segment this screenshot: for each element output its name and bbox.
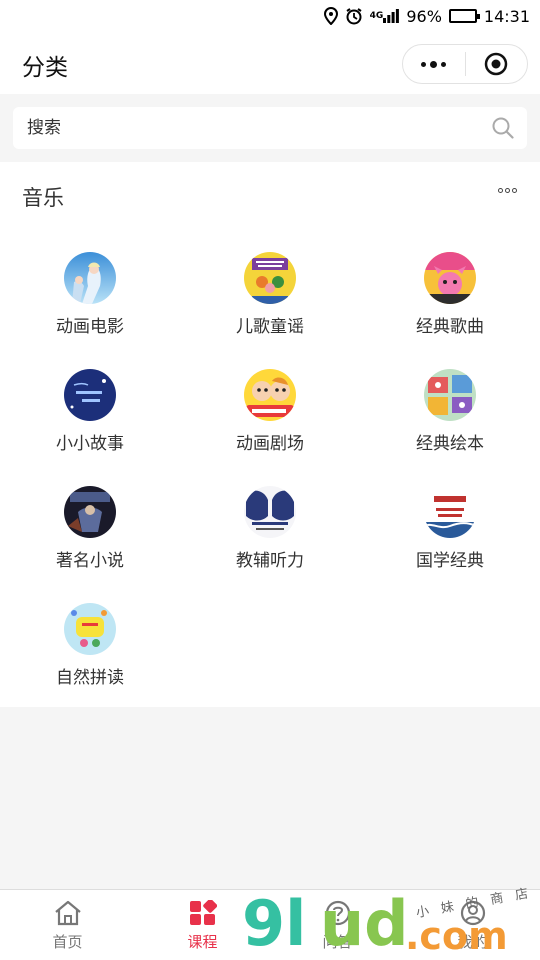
category-item[interactable]: 国学经典 (360, 486, 540, 571)
nursery-rhymes-thumbnail (244, 252, 296, 304)
category-label: 经典歌曲 (416, 317, 484, 337)
tab-label: 首页 (52, 933, 83, 951)
status-bar: 4G 96% 14:31 (0, 0, 540, 32)
search-area (0, 94, 540, 162)
course-grid-icon (189, 900, 217, 925)
category-item[interactable]: 自然拼读 (0, 603, 180, 688)
alarm-icon (345, 7, 363, 25)
category-item[interactable]: 教辅听力 (180, 486, 360, 571)
search-input[interactable] (27, 118, 491, 138)
tab-label: 课程 (187, 933, 218, 951)
category-label: 儿歌童谣 (236, 317, 304, 337)
frozen-thumbnail (64, 252, 116, 304)
status-time: 14:31 (483, 6, 530, 26)
pinkfong-thumbnail (424, 252, 476, 304)
music-section: 音乐 动画电影 儿歌童谣 经典歌曲 小小故事 动画剧场 经典绘本 著名小说 教辅… (0, 162, 540, 707)
picture-book-thumbnail (424, 369, 476, 421)
search-bar[interactable] (13, 107, 527, 149)
section-title: 音乐 (22, 186, 64, 210)
tab-qa[interactable]: 问答 (270, 890, 405, 960)
tab-label: 问答 (322, 933, 353, 951)
caillou-thumbnail (244, 369, 296, 421)
harry-potter-thumbnail (64, 486, 116, 538)
cd-listening-thumbnail (244, 486, 296, 538)
category-label: 动画剧场 (236, 434, 304, 454)
phonics-thumbnail (64, 603, 116, 655)
page-title: 分类 (22, 55, 68, 81)
mini-program-capsule (402, 44, 528, 84)
category-label: 教辅听力 (236, 551, 304, 571)
signal-icon: 4G (370, 9, 400, 23)
network-type: 4G (369, 11, 384, 21)
more-button[interactable] (403, 45, 465, 83)
category-item[interactable]: 著名小说 (0, 486, 180, 571)
tab-bar: 首页 课程 问答 我的 (0, 889, 540, 960)
location-icon (323, 7, 338, 25)
battery-icon (448, 9, 480, 23)
chinese-classics-thumbnail (424, 486, 476, 538)
category-label: 国学经典 (416, 551, 484, 571)
category-label: 小小故事 (56, 434, 124, 454)
tab-course[interactable]: 课程 (135, 890, 270, 960)
english-story-thumbnail (64, 369, 116, 421)
question-icon (325, 900, 350, 926)
home-icon (54, 900, 81, 926)
more-dots-icon (421, 60, 447, 68)
category-label: 经典绘本 (416, 434, 484, 454)
nav-bar: 分类 (0, 32, 540, 94)
category-item[interactable]: 经典歌曲 (360, 252, 540, 337)
category-item[interactable]: 小小故事 (0, 369, 180, 454)
more-dots-icon[interactable] (498, 188, 517, 193)
target-icon (485, 52, 508, 76)
category-item[interactable]: 经典绘本 (360, 369, 540, 454)
category-label: 著名小说 (56, 551, 124, 571)
tab-mine[interactable]: 我的 (405, 890, 540, 960)
battery-percent: 96% (406, 6, 442, 26)
search-icon[interactable] (491, 116, 515, 140)
tab-home[interactable]: 首页 (0, 890, 135, 960)
close-button[interactable] (466, 45, 528, 83)
category-label: 动画电影 (56, 317, 124, 337)
category-item[interactable]: 动画电影 (0, 252, 180, 337)
category-label: 自然拼读 (56, 668, 124, 688)
category-item[interactable]: 儿歌童谣 (180, 252, 360, 337)
tab-label: 我的 (457, 933, 488, 951)
category-item[interactable]: 动画剧场 (180, 369, 360, 454)
user-icon (460, 900, 485, 926)
